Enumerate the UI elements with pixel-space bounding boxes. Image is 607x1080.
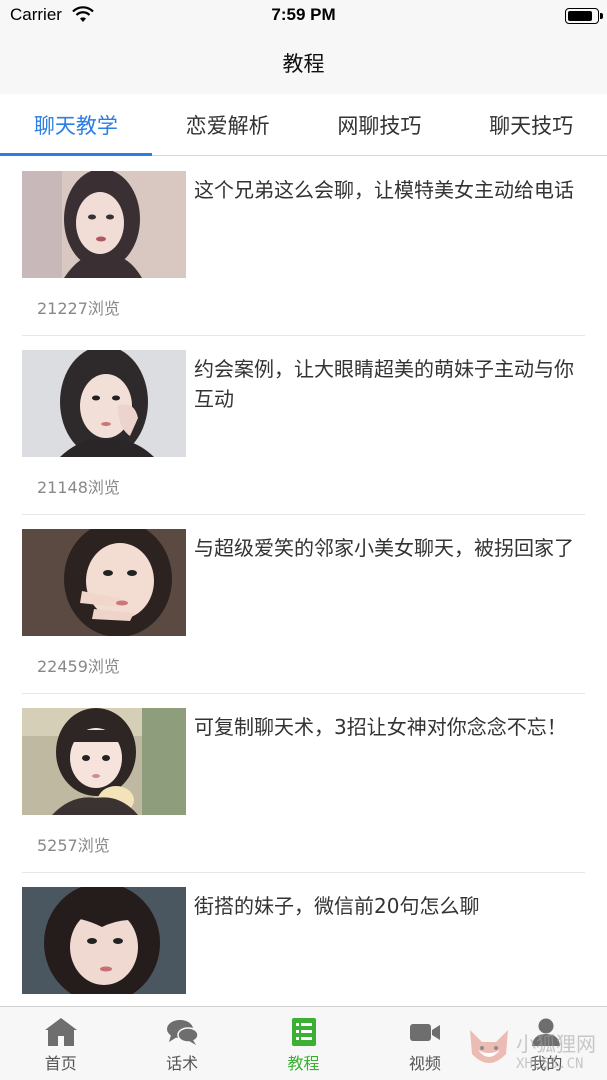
view-count: 22459浏览 — [37, 657, 120, 676]
article-thumbnail — [22, 529, 186, 636]
tab-label: 网聊技巧 — [337, 113, 422, 138]
video-camera-icon — [409, 1024, 440, 1041]
chat-bubbles-icon — [167, 1020, 199, 1045]
tabbar-label: 首页 — [44, 1054, 77, 1073]
tab-label: 恋爱解析 — [185, 113, 270, 138]
article-title: 与超级爱笑的邻家小美女聊天，被拐回家了 — [194, 536, 574, 560]
view-count: 5257浏览 — [37, 836, 110, 855]
tab-chat-skills[interactable]: 聊天技巧 — [455, 94, 607, 155]
fox-logo-icon — [470, 1030, 508, 1063]
battery-level — [568, 11, 592, 21]
watermark-url: XHL55.CN — [516, 1056, 584, 1072]
watermark: 小狐狸网 XHL55.CN — [466, 1024, 606, 1080]
list-item[interactable]: 与超级爱笑的邻家小美女聊天，被拐回家了 22459浏览 — [22, 515, 585, 694]
tabbar-item-home[interactable]: 首页 — [0, 1007, 121, 1080]
list-item[interactable]: 街搭的妹子，微信前20句怎么聊 — [22, 873, 585, 1006]
tabbar-item-scripts[interactable]: 话术 — [121, 1007, 242, 1080]
list-item[interactable]: 约会案例，让大眼睛超美的萌妹子主动与你互动 21148浏览 — [22, 336, 585, 515]
article-thumbnail — [22, 708, 186, 815]
home-icon — [44, 1018, 77, 1046]
tabbar-item-tutorials[interactable]: 教程 — [243, 1007, 364, 1080]
status-bar: Carrier 7:59 PM — [0, 0, 607, 32]
tab-love-analysis[interactable]: 恋爱解析 — [152, 94, 304, 155]
tabbar-label: 教程 — [287, 1054, 320, 1073]
tabbar-label: 话术 — [166, 1054, 199, 1073]
category-tabs: 聊天教学 恋爱解析 网聊技巧 聊天技巧 — [0, 94, 607, 156]
article-thumbnail — [22, 350, 186, 457]
article-thumbnail — [22, 887, 186, 994]
tab-label: 聊天技巧 — [489, 113, 574, 138]
watermark-text: 小狐狸网 — [516, 1032, 596, 1056]
view-count: 21148浏览 — [37, 478, 120, 497]
clock: 7:59 PM — [271, 5, 336, 24]
battery-icon — [565, 8, 603, 24]
article-list[interactable]: 这个兄弟这么会聊，让模特美女主动给电话 21227浏览 约会案例，让大眼睛超美的… — [0, 157, 607, 1006]
tab-chat-teaching[interactable]: 聊天教学 — [0, 94, 152, 156]
tab-online-chat-skills[interactable]: 网聊技巧 — [304, 94, 456, 155]
book-list-icon — [291, 1018, 316, 1046]
list-item[interactable]: 这个兄弟这么会聊，让模特美女主动给电话 21227浏览 — [22, 157, 585, 336]
view-count: 21227浏览 — [37, 299, 120, 318]
article-thumbnail — [22, 171, 186, 278]
article-title: 这个兄弟这么会聊，让模特美女主动给电话 — [194, 178, 574, 202]
tabbar-label: 视频 — [408, 1054, 441, 1073]
article-title: 街搭的妹子，微信前20句怎么聊 — [194, 894, 480, 918]
list-item[interactable]: 可复制聊天术，3招让女神对你念念不忘！ 5257浏览 — [22, 694, 585, 873]
navigation-bar: 教程 — [0, 32, 607, 94]
tab-label: 聊天教学 — [33, 113, 118, 138]
article-title: 约会案例，让大眼睛超美的萌妹子主动与你互动 — [194, 357, 574, 411]
page-title: 教程 — [282, 52, 325, 76]
article-title: 可复制聊天术，3招让女神对你念念不忘！ — [194, 715, 567, 739]
